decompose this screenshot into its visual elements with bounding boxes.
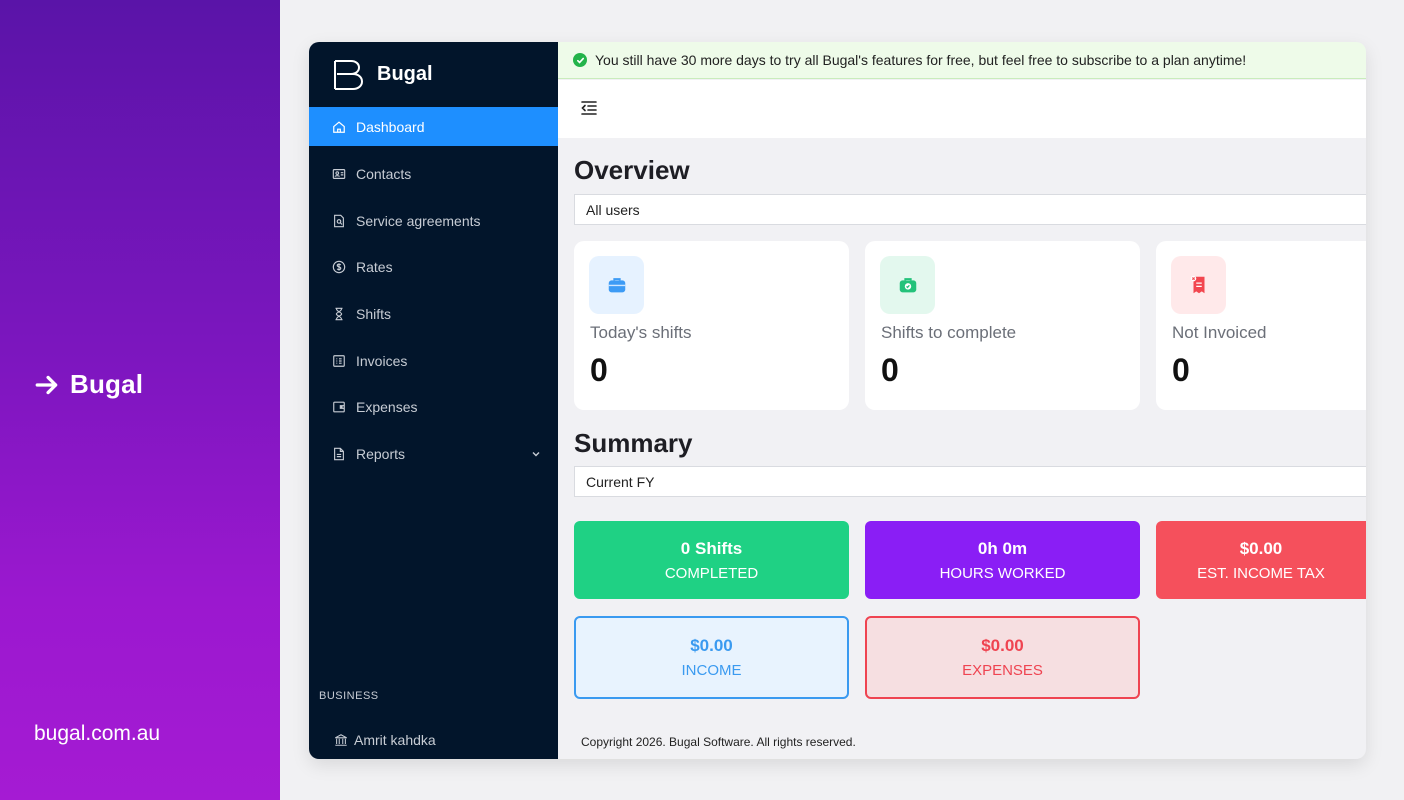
summary-value: $0.00 <box>690 636 733 655</box>
promo-brand-name: Bugal <box>70 369 144 399</box>
sidebar-item-rates[interactable]: Rates <box>309 247 558 286</box>
sidebar-item-service-agreements[interactable]: Service agreements <box>309 201 558 240</box>
arrow-right-icon <box>35 375 58 394</box>
business-account-name: Amrit kahdka <box>354 732 436 748</box>
stat-label: Not Invoiced <box>1172 323 1267 342</box>
stat-value: 0 <box>590 352 608 388</box>
dollar-circle-icon <box>332 260 346 273</box>
trial-banner-text: You still have 30 more days to try all B… <box>595 52 1247 68</box>
sidebar-item-label: Rates <box>356 258 393 275</box>
trial-banner: You still have 30 more days to try all B… <box>558 42 1366 79</box>
overview-title: Overview <box>574 155 690 185</box>
document-search-icon <box>334 214 344 227</box>
section-label-business: BUSINESS <box>319 690 379 702</box>
sidebar-item-shifts[interactable]: Shifts <box>309 294 558 333</box>
period-select[interactable]: Current FY <box>574 466 1366 497</box>
menu-collapse-icon[interactable] <box>580 100 598 116</box>
user-filter-select[interactable]: All users <box>574 194 1366 225</box>
sidebar-item-contacts[interactable]: Contacts <box>309 154 558 193</box>
briefcase-check-icon <box>880 256 935 314</box>
app-window: Bugal Dashboard Contacts Service agreeme… <box>309 42 1366 759</box>
bank-icon <box>335 734 347 746</box>
summary-card-hours-worked[interactable]: 0h 0m HOURS WORKED <box>865 521 1140 599</box>
summary-label: EXPENSES <box>962 662 1043 679</box>
logo[interactable]: Bugal <box>309 42 558 107</box>
summary-value: 0h 0m <box>977 538 1028 558</box>
sidebar-item-label: Contacts <box>356 165 412 182</box>
file-icon <box>334 447 344 460</box>
briefcase-icon <box>589 256 644 314</box>
invoice-x-icon <box>1171 256 1226 314</box>
contact-card-icon <box>332 168 346 179</box>
stat-value: 0 <box>881 352 899 388</box>
home-icon <box>333 120 345 133</box>
sidebar-item-label: Dashboard <box>356 118 425 135</box>
hourglass-icon <box>335 307 343 320</box>
summary-label: INCOME <box>681 662 742 679</box>
sidebar-item-label: Shifts <box>356 305 392 322</box>
promo-brand: Bugal <box>34 369 143 400</box>
summary-title: Summary <box>574 428 693 458</box>
main-content: You still have 30 more days to try all B… <box>558 42 1366 759</box>
bugal-logo-icon <box>334 59 364 90</box>
summary-label: EST. INCOME TAX <box>1197 564 1325 582</box>
summary-card-completed[interactable]: 0 Shifts COMPLETED <box>574 521 849 599</box>
promo-url: bugal.com.au <box>34 722 161 745</box>
sidebar-item-label: Service agreements <box>356 212 481 229</box>
sidebar-item-expenses[interactable]: Expenses <box>309 387 558 426</box>
promo-panel: Bugal bugal.com.au <box>0 0 280 800</box>
sidebar-item-label: Reports <box>356 445 406 462</box>
stat-card-shifts-to-complete[interactable]: Shifts to complete 0 <box>865 241 1140 410</box>
summary-label: COMPLETED <box>664 564 759 582</box>
copyright-footer: Copyright 2026. Bugal Software. All righ… <box>581 735 856 749</box>
sidebar-item-invoices[interactable]: Invoices <box>309 341 558 380</box>
stat-card-todays-shifts[interactable]: Today's shifts 0 <box>574 241 849 410</box>
list-icon <box>333 354 345 367</box>
summary-card-income[interactable]: $0.00 INCOME <box>574 616 849 699</box>
top-bar <box>558 80 1366 138</box>
summary-card-expenses[interactable]: $0.00 EXPENSES <box>865 616 1140 699</box>
logo-text: Bugal <box>377 63 433 85</box>
sidebar-item-dashboard[interactable]: Dashboard <box>309 107 558 146</box>
sidebar-item-reports[interactable]: Reports <box>309 434 558 473</box>
sidebar-item-label: Invoices <box>356 352 408 369</box>
wallet-icon <box>333 401 345 412</box>
stat-label: Today's shifts <box>590 323 692 342</box>
chevron-down-icon[interactable] <box>530 448 542 460</box>
business-account[interactable]: Amrit kahdka <box>334 732 436 748</box>
summary-card-est-income-tax[interactable]: $0.00 EST. INCOME TAX <box>1156 521 1366 599</box>
summary-label: HOURS WORKED <box>939 564 1066 582</box>
check-circle-icon <box>573 53 587 67</box>
stat-label: Shifts to complete <box>881 323 1017 342</box>
summary-value: $0.00 <box>981 636 1024 655</box>
stat-card-not-invoiced[interactable]: Not Invoiced 0 <box>1156 241 1366 410</box>
sidebar: Bugal Dashboard Contacts Service agreeme… <box>309 42 558 759</box>
sidebar-item-label: Expenses <box>356 398 418 415</box>
stat-value: 0 <box>1172 352 1190 388</box>
summary-value: 0 Shifts <box>680 538 743 558</box>
summary-value: $0.00 <box>1239 538 1283 558</box>
